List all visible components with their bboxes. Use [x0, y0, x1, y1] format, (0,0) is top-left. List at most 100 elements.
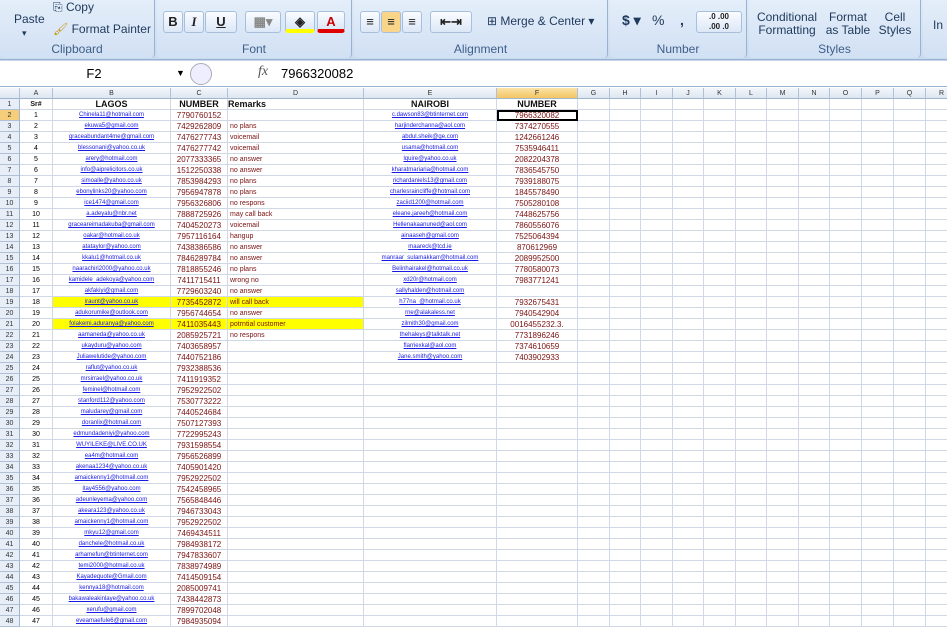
cell[interactable]: [578, 220, 610, 231]
email-cell[interactable]: [364, 429, 497, 440]
remarks-cell[interactable]: wrong no: [228, 275, 364, 286]
number-cell[interactable]: 7374270555: [497, 121, 578, 132]
cell[interactable]: [862, 110, 894, 121]
row-header-45[interactable]: 45: [0, 583, 20, 594]
number-cell[interactable]: 870612969: [497, 242, 578, 253]
email-cell[interactable]: ainaaseh@gmail.com: [364, 231, 497, 242]
remarks-cell[interactable]: voicemail: [228, 143, 364, 154]
cell[interactable]: [673, 473, 704, 484]
cell[interactable]: [862, 484, 894, 495]
email-cell[interactable]: kamidele_adekoya@yahoo.com: [53, 275, 171, 286]
cell[interactable]: [610, 506, 641, 517]
cell[interactable]: [767, 550, 799, 561]
cell[interactable]: [578, 363, 610, 374]
cell[interactable]: [610, 462, 641, 473]
number-cell[interactable]: 7438442873: [171, 594, 228, 605]
cell[interactable]: [894, 220, 926, 231]
column-header-m[interactable]: M: [767, 88, 799, 99]
number-cell[interactable]: 7836545750: [497, 165, 578, 176]
cell[interactable]: [926, 539, 947, 550]
cell[interactable]: [578, 451, 610, 462]
remarks-cell[interactable]: [228, 451, 364, 462]
format-as-table-button[interactable]: Format as Table: [825, 11, 871, 37]
email-cell[interactable]: naarachiri2000@yahoo.co.uk: [53, 264, 171, 275]
cell[interactable]: [926, 572, 947, 583]
number-cell[interactable]: 7535946411: [497, 143, 578, 154]
row-header-33[interactable]: 33: [0, 451, 20, 462]
cell[interactable]: [894, 165, 926, 176]
cell[interactable]: [736, 407, 767, 418]
cell[interactable]: [894, 583, 926, 594]
cell[interactable]: [704, 594, 736, 605]
row-header-3[interactable]: 3: [0, 121, 20, 132]
cell[interactable]: [641, 330, 673, 341]
cell[interactable]: [830, 154, 862, 165]
remarks-cell[interactable]: [228, 495, 364, 506]
number-cell[interactable]: 7414509154: [171, 572, 228, 583]
cell[interactable]: [767, 143, 799, 154]
cell[interactable]: [862, 242, 894, 253]
cell[interactable]: [926, 297, 947, 308]
email-cell[interactable]: [364, 440, 497, 451]
cell[interactable]: [799, 583, 830, 594]
remarks-cell[interactable]: [228, 561, 364, 572]
cell[interactable]: [894, 374, 926, 385]
cell[interactable]: [862, 451, 894, 462]
cell[interactable]: [894, 242, 926, 253]
cell[interactable]: [862, 121, 894, 132]
cell[interactable]: [767, 528, 799, 539]
cell[interactable]: [894, 506, 926, 517]
cell[interactable]: [641, 165, 673, 176]
cell[interactable]: [610, 561, 641, 572]
cell[interactable]: [894, 121, 926, 132]
cell[interactable]: [704, 209, 736, 220]
cell[interactable]: [578, 176, 610, 187]
number-cell[interactable]: [497, 561, 578, 572]
cell[interactable]: [926, 198, 947, 209]
number-cell[interactable]: 7507127393: [171, 418, 228, 429]
number-cell[interactable]: 2085925721: [171, 330, 228, 341]
cell[interactable]: [862, 99, 894, 110]
cell[interactable]: [673, 132, 704, 143]
cell[interactable]: [641, 176, 673, 187]
cell[interactable]: [736, 429, 767, 440]
serial-cell[interactable]: 23: [20, 352, 53, 363]
email-cell[interactable]: [364, 506, 497, 517]
cell[interactable]: [862, 341, 894, 352]
cell[interactable]: [704, 319, 736, 330]
cell[interactable]: [641, 308, 673, 319]
cell[interactable]: [830, 451, 862, 462]
number-cell[interactable]: 7952922502: [171, 517, 228, 528]
cell[interactable]: [736, 506, 767, 517]
cell[interactable]: [767, 220, 799, 231]
cell[interactable]: [736, 605, 767, 616]
cell[interactable]: [736, 451, 767, 462]
remarks-cell[interactable]: will call back: [228, 297, 364, 308]
row-header-19[interactable]: 19: [0, 297, 20, 308]
cell[interactable]: [704, 528, 736, 539]
column-header-b[interactable]: B: [53, 88, 171, 99]
cell[interactable]: [799, 616, 830, 627]
cell[interactable]: [894, 352, 926, 363]
email-cell[interactable]: [364, 539, 497, 550]
cell[interactable]: [830, 99, 862, 110]
cell[interactable]: [610, 110, 641, 121]
number-cell[interactable]: 7440752186: [171, 352, 228, 363]
cell[interactable]: [578, 154, 610, 165]
email-cell[interactable]: ukayduru@yahoo.com: [53, 341, 171, 352]
cell[interactable]: [767, 572, 799, 583]
cell[interactable]: [610, 121, 641, 132]
row-header-35[interactable]: 35: [0, 473, 20, 484]
number-cell[interactable]: [497, 572, 578, 583]
email-cell[interactable]: usama@hotmail.com: [364, 143, 497, 154]
cell[interactable]: [641, 583, 673, 594]
cell[interactable]: [610, 484, 641, 495]
cell[interactable]: [673, 209, 704, 220]
serial-cell[interactable]: 20: [20, 319, 53, 330]
cell[interactable]: [830, 143, 862, 154]
cell[interactable]: [894, 594, 926, 605]
cell[interactable]: [673, 242, 704, 253]
email-cell[interactable]: h77na_@hotmail.co.uk: [364, 297, 497, 308]
email-cell[interactable]: [364, 396, 497, 407]
cell[interactable]: [736, 528, 767, 539]
